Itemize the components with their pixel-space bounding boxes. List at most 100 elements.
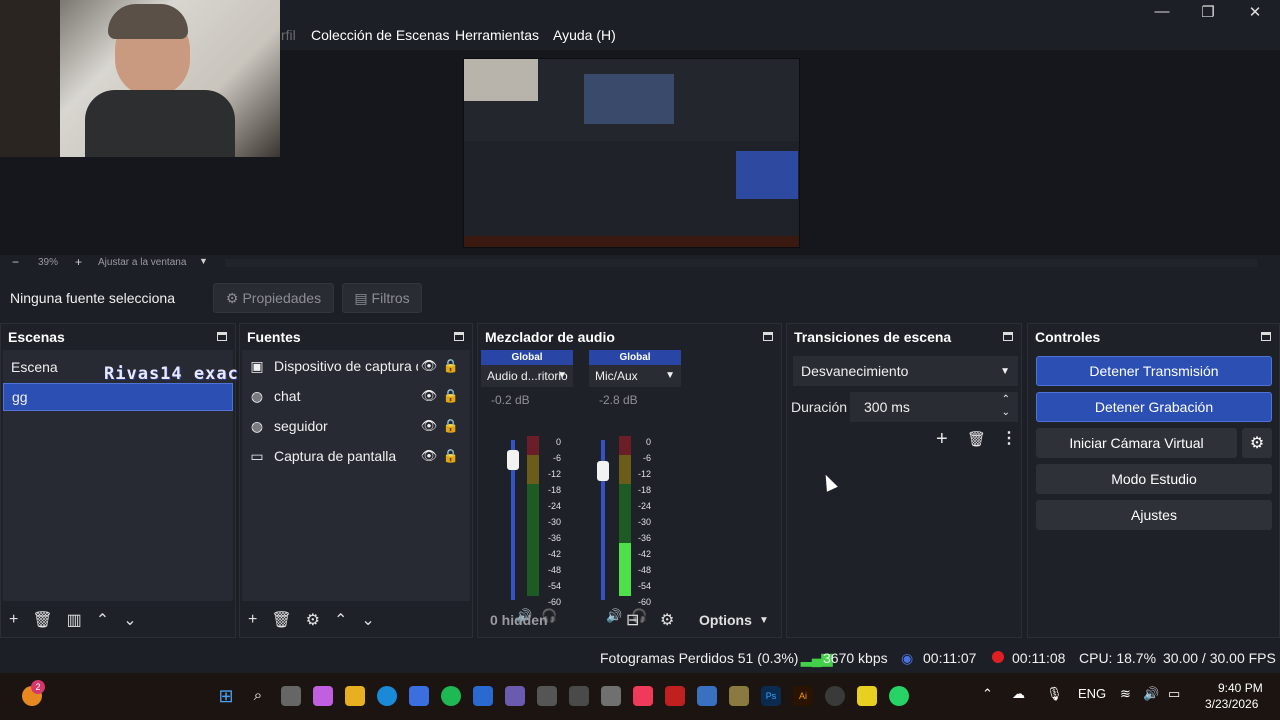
eye-icon[interactable]: 👁 (418, 358, 440, 374)
add-icon[interactable]: + (9, 611, 18, 629)
chevron-down-icon[interactable]: ⌄ (361, 610, 374, 630)
clock-date[interactable]: 3/23/2026 (1205, 697, 1258, 711)
chevron-up-icon[interactable]: ⌃ (334, 610, 347, 630)
mixer-options-button[interactable]: Options (699, 612, 752, 628)
zoom-in-button[interactable]: + (75, 255, 82, 269)
undock-icon[interactable] (1003, 332, 1013, 341)
volume-icon[interactable]: 🔊 (1143, 686, 1159, 702)
file-explorer-icon[interactable] (345, 686, 365, 706)
illustrator-icon[interactable]: Ai (793, 686, 813, 706)
maximize-button[interactable]: ❐ (1193, 3, 1223, 21)
obs-icon[interactable] (825, 686, 845, 706)
edge-icon[interactable] (377, 686, 397, 706)
scenes-list: Escena gg (3, 350, 233, 601)
source-item[interactable]: ▭ Captura de pantalla 👁 🔒 (248, 443, 462, 469)
menu-item-scene-collection[interactable]: Colección de Escenas (311, 27, 450, 43)
gear-icon: ⚙ (225, 289, 239, 306)
menu-item-profile[interactable]: rfil (281, 27, 296, 43)
clock-time[interactable]: 9:40 PM (1218, 681, 1263, 695)
lock-icon[interactable]: 🔒 (440, 388, 462, 404)
gear-icon[interactable]: ⚙ (1242, 428, 1272, 458)
close-button[interactable]: ✕ (1240, 3, 1270, 21)
horizontal-scrollbar[interactable] (225, 259, 1257, 267)
start-icon[interactable]: ⊞ (216, 686, 236, 706)
app-icon[interactable] (569, 686, 589, 706)
lock-icon[interactable]: 🔒 (440, 358, 462, 374)
calculator-icon[interactable] (697, 686, 717, 706)
layout-icon[interactable]: ⊟ (626, 610, 639, 630)
source-toolbar (0, 277, 1280, 319)
chevron-up-icon[interactable]: ⌃ (982, 686, 993, 702)
app-icon[interactable] (665, 686, 685, 706)
chevron-down-icon[interactable]: ▼ (199, 256, 208, 266)
undock-icon[interactable] (763, 332, 773, 341)
settings-button[interactable]: Ajustes (1036, 500, 1272, 530)
trash-icon[interactable]: 🗑 (967, 430, 986, 448)
menu-item-help[interactable]: Ayuda (H) (553, 27, 616, 43)
channel-select[interactable]: Mic/Aux ▼ (589, 365, 681, 387)
app-icon[interactable] (537, 686, 557, 706)
source-item[interactable]: ◍ chat 👁 🔒 (248, 383, 462, 409)
volume-slider-handle[interactable] (507, 449, 519, 470)
duration-spinbox[interactable]: 300 ms ⌃ ⌄ (850, 392, 1018, 422)
add-icon[interactable]: + (936, 428, 948, 451)
channel-select[interactable]: Audio d...ritorio ▼ (481, 365, 573, 387)
app-icon[interactable] (505, 686, 525, 706)
lock-icon[interactable]: 🔒 (440, 448, 462, 464)
gear-icon[interactable]: ⚙ (306, 610, 320, 630)
app-icon[interactable] (729, 686, 749, 706)
preview-canvas[interactable] (463, 58, 800, 248)
app-icon[interactable] (601, 686, 621, 706)
fit-window-button[interactable]: Ajustar a la ventana (98, 257, 186, 268)
advanced-audio-icon[interactable]: ⚙ (660, 610, 674, 630)
store-icon[interactable] (409, 686, 429, 706)
task-view-icon[interactable] (281, 686, 301, 706)
music-icon[interactable] (633, 686, 653, 706)
filters-button[interactable]: ▤ Filtros (342, 283, 422, 313)
search-icon[interactable]: ⌕ (248, 686, 268, 706)
stop-recording-button[interactable]: Detener Grabación (1036, 392, 1272, 422)
trash-icon[interactable]: 🗑 (32, 610, 52, 630)
dropped-frames: Fotogramas Perdidos 51 (0.3%) (600, 650, 799, 666)
eye-icon[interactable]: 👁 (418, 448, 440, 464)
filter-icon[interactable]: ▥ (67, 610, 82, 630)
chevron-down-icon[interactable]: ▼ (759, 615, 769, 626)
language-indicator[interactable]: ENG (1078, 686, 1106, 701)
lock-icon[interactable]: 🔒 (440, 418, 462, 434)
undock-icon[interactable] (454, 332, 464, 341)
undock-icon[interactable] (1261, 332, 1271, 341)
studio-mode-button[interactable]: Modo Estudio (1036, 464, 1272, 494)
shield-icon[interactable] (473, 686, 493, 706)
microphone-icon[interactable]: 🎙 (1046, 686, 1063, 702)
properties-button[interactable]: ⚙ Propiedades (213, 283, 334, 313)
volume-slider-handle[interactable] (597, 461, 609, 481)
more-options-icon[interactable]: ⋮ (1001, 428, 1017, 448)
spotify-icon[interactable] (441, 686, 461, 706)
virtual-camera-button[interactable]: Iniciar Cámara Virtual (1036, 428, 1237, 458)
battery-icon[interactable]: ▭ (1168, 686, 1180, 702)
transition-select[interactable]: Desvanecimiento ▼ (793, 356, 1018, 386)
minimize-button[interactable]: — (1147, 3, 1177, 21)
trash-icon[interactable]: 🗑 (271, 610, 291, 630)
menu-item-tools[interactable]: Herramientas (455, 27, 539, 43)
stop-streaming-button[interactable]: Detener Transmisión (1036, 356, 1272, 386)
zoom-out-button[interactable]: − (12, 255, 19, 269)
spin-arrows-icon[interactable]: ⌃ ⌄ (1002, 393, 1010, 419)
preview-webcam-thumb (464, 59, 538, 101)
add-icon[interactable]: + (248, 611, 257, 629)
photoshop-icon[interactable]: Ps (761, 686, 781, 706)
whatsapp-icon[interactable] (889, 686, 909, 706)
chevron-down-icon[interactable]: ⌄ (123, 610, 136, 630)
undock-icon[interactable] (217, 332, 227, 341)
onedrive-icon[interactable]: ☁ (1012, 686, 1025, 702)
source-item[interactable]: ◍ seguidor 👁 🔒 (248, 413, 462, 439)
chevron-up-icon[interactable]: ⌃ (96, 610, 109, 630)
eye-icon[interactable]: 👁 (418, 388, 440, 404)
copilot-icon[interactable] (313, 686, 333, 706)
fps: 30.00 / 30.00 FPS (1163, 650, 1276, 666)
scene-item-selected[interactable]: gg (3, 383, 233, 411)
sticky-notes-icon[interactable] (857, 686, 877, 706)
eye-icon[interactable]: 👁 (418, 418, 440, 434)
wifi-icon[interactable]: ≋ (1120, 686, 1131, 702)
source-item[interactable]: ▣ Dispositivo de captura de 👁 🔒 (248, 353, 462, 379)
